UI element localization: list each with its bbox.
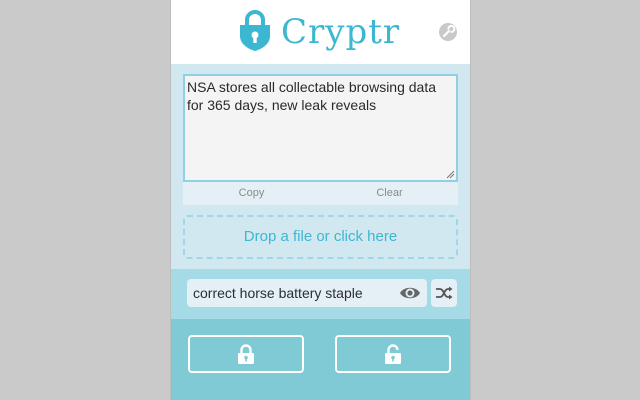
password-input[interactable]: correct horse battery staple xyxy=(187,279,427,307)
resize-grip-icon[interactable] xyxy=(446,170,455,179)
actions-section xyxy=(171,319,470,400)
copy-clear-bar: Copy Clear xyxy=(183,182,458,205)
eye-icon[interactable] xyxy=(399,284,421,302)
unlock-icon xyxy=(385,344,401,364)
message-text: NSA stores all collectable browsing data… xyxy=(187,79,440,113)
file-dropzone[interactable]: Drop a file or click here xyxy=(183,215,458,259)
shuffle-icon xyxy=(436,286,453,300)
clear-button[interactable]: Clear xyxy=(321,182,458,205)
password-section: correct horse battery staple xyxy=(171,269,470,319)
password-text: correct horse battery staple xyxy=(193,285,363,301)
message-section: NSA stores all collectable browsing data… xyxy=(171,64,470,269)
encrypt-button[interactable] xyxy=(188,335,304,373)
cryptr-panel: Cryptr NSA stores all collectable browsi… xyxy=(170,0,471,400)
app-title: Cryptr xyxy=(281,12,401,52)
decrypt-button[interactable] xyxy=(335,335,451,373)
copy-button[interactable]: Copy xyxy=(183,182,320,205)
lock-icon xyxy=(240,10,270,51)
generate-password-button[interactable] xyxy=(431,279,457,307)
lock-icon xyxy=(238,344,254,364)
wrench-icon xyxy=(439,23,457,41)
settings-button[interactable] xyxy=(439,23,457,41)
message-textarea[interactable]: NSA stores all collectable browsing data… xyxy=(183,74,458,182)
header: Cryptr xyxy=(171,0,470,64)
